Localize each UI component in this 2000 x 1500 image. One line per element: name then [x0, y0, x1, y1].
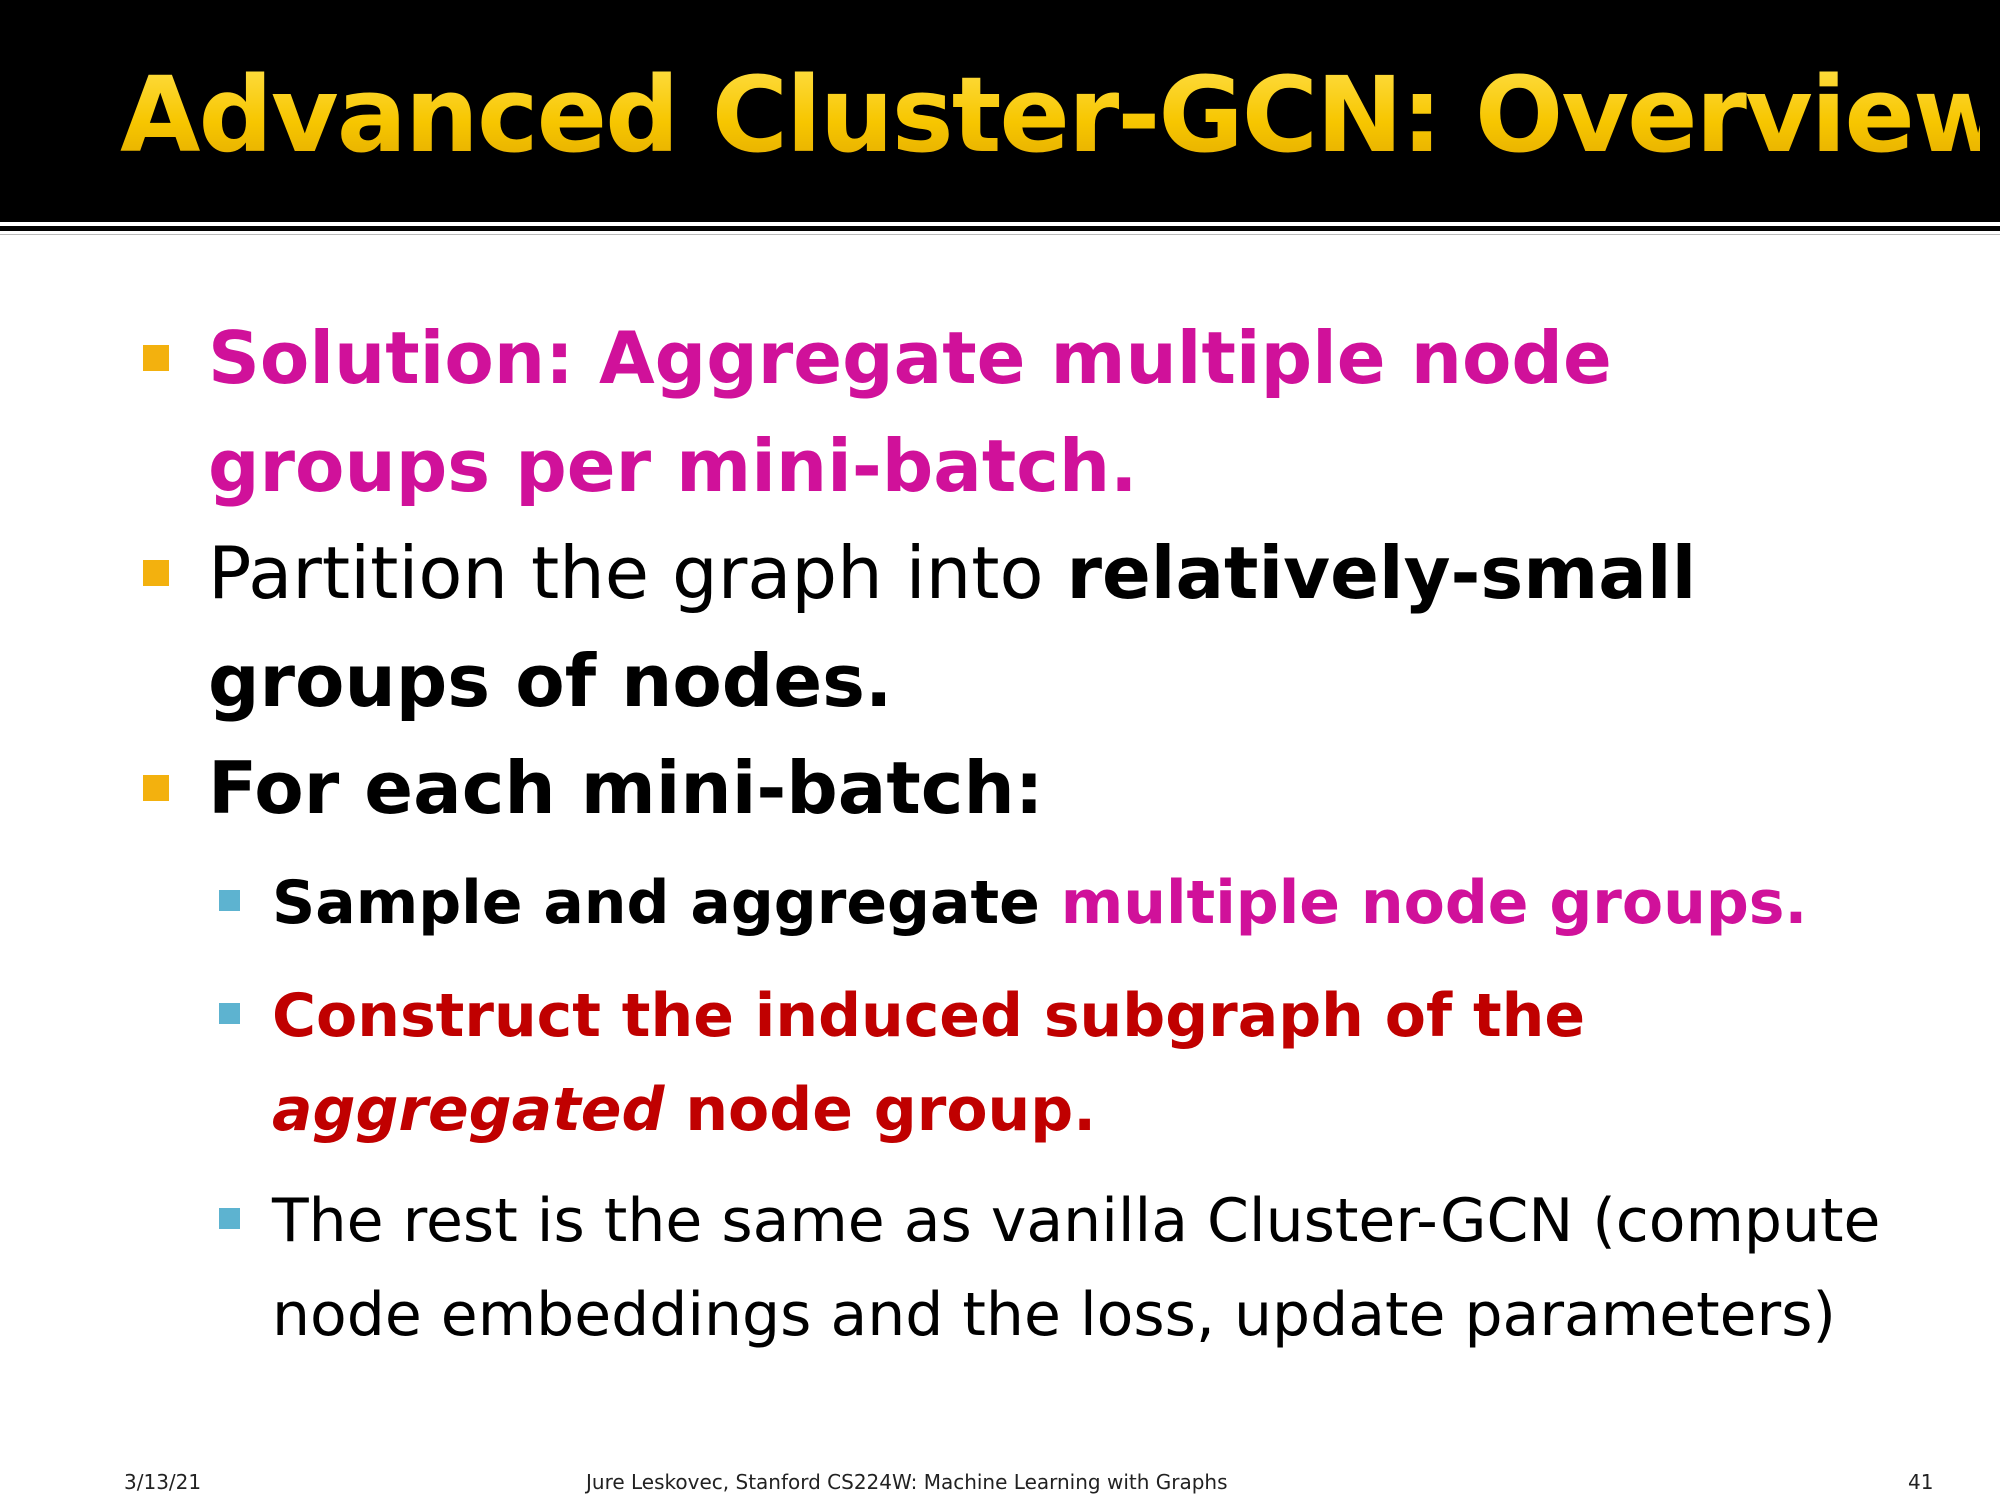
sub-bullet-construct-subgraph: Construct the induced subgraph of the ag… [272, 969, 1962, 1157]
bullet-text-run: Solution: Aggregate multiple node groups… [208, 316, 1612, 508]
bullet-text-run: Construct the induced subgraph of the [272, 981, 1586, 1051]
bullet-text-run: node group. [664, 1075, 1097, 1145]
sub-bullet-sample-aggregate: Sample and aggregate multiple node group… [272, 856, 1962, 950]
sub-bullet-square-icon [219, 890, 240, 911]
bullet-square-icon [143, 560, 169, 586]
sub-bullet-square-icon [219, 1208, 240, 1229]
bullet-text-run: Sample and aggregate [272, 868, 1061, 938]
sub-bullet-square-icon [219, 1003, 240, 1024]
footer-page-number: 41 [1908, 1470, 1934, 1494]
bullet-text-run: For each mini-batch: [208, 746, 1044, 830]
bullet-square-icon [143, 345, 169, 371]
slide-body: Solution: Aggregate multiple node groups… [0, 0, 2000, 1500]
bullet-text-run-highlight: multiple node groups. [1060, 868, 1808, 938]
footer-date: 3/13/21 [124, 1470, 202, 1494]
footer-credit: Jure Leskovec, Stanford CS224W: Machine … [586, 1470, 1228, 1494]
bullet-partition: Partition the graph into relatively-smal… [208, 519, 1908, 735]
bullet-text-run: Partition the graph into [208, 531, 1067, 615]
bullet-for-each-mini-batch: For each mini-batch: [208, 734, 1908, 842]
bullet-text-run: The rest is the same as vanilla Cluster-… [272, 1186, 1881, 1350]
bullet-square-icon [143, 775, 169, 801]
sub-bullet-rest-same: The rest is the same as vanilla Cluster-… [272, 1174, 1962, 1362]
bullet-solution: Solution: Aggregate multiple node groups… [208, 304, 1908, 520]
bullet-text-run-italic: aggregated [272, 1075, 665, 1145]
